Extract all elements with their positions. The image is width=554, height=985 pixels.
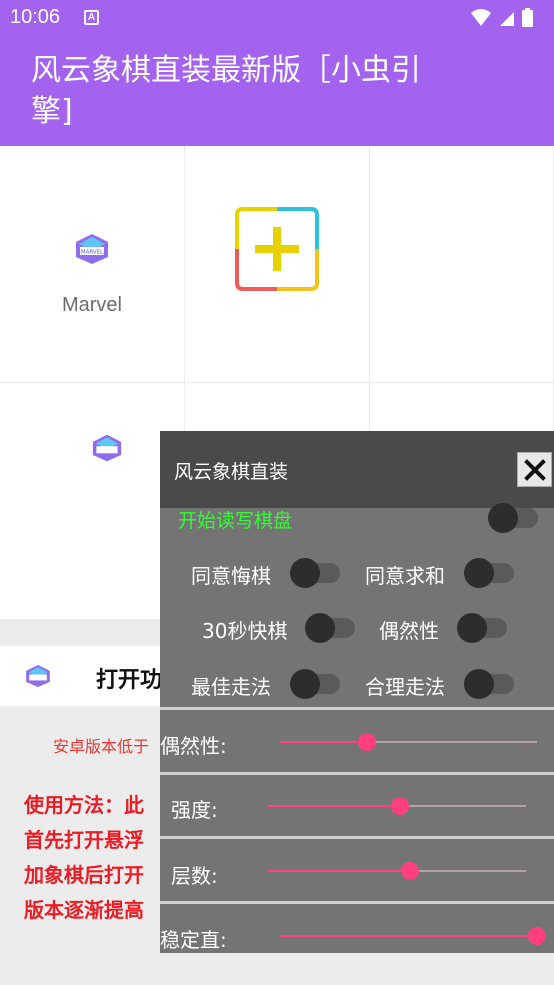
page-title: 风云象棋直装最新版［小虫引擎] xyxy=(31,53,421,129)
status-bar: 10:06 A xyxy=(0,0,554,36)
grid-cell-marvel-2[interactable] xyxy=(0,383,185,620)
toggle-label-reasonable-move: 合理走法 xyxy=(365,675,445,699)
toggle-label-randomness: 偶然性 xyxy=(379,619,439,643)
wifi-icon xyxy=(471,9,491,26)
close-button[interactable] xyxy=(517,452,552,487)
open-function-label: 打开功 xyxy=(96,668,163,693)
allow-undo-toggle[interactable] xyxy=(290,558,340,588)
marvel-icon xyxy=(92,434,122,462)
slider-label-randomness: 偶然性: xyxy=(160,734,227,758)
depth-slider[interactable] xyxy=(268,862,526,880)
grid-cell-add[interactable] xyxy=(185,146,370,383)
start-rw-board-label: 开始读写棋盘 xyxy=(178,510,293,532)
panel-title: 风云象棋直装 xyxy=(174,461,289,483)
toggle-label-allow-undo: 同意悔棋 xyxy=(191,564,271,588)
toggle-label-allow-draw: 同意求和 xyxy=(365,564,445,588)
divider xyxy=(160,707,554,710)
start-rw-board-toggle[interactable] xyxy=(488,503,538,533)
randomness-toggle[interactable] xyxy=(457,613,507,643)
divider xyxy=(160,901,554,904)
slider-label-stability: 稳定直: xyxy=(160,928,227,952)
status-time: 10:06 xyxy=(10,6,61,28)
slider-label-strength: 强度: xyxy=(171,798,218,822)
toggle-label-30s-blitz: 30秒快棋 xyxy=(202,619,288,643)
stability-slider[interactable] xyxy=(279,927,546,945)
marvel-icon: MARVEL xyxy=(76,234,108,264)
app-label-marvel: Marvel xyxy=(61,294,122,316)
blitz-30s-toggle[interactable] xyxy=(305,613,355,643)
divider xyxy=(160,772,554,775)
grid-cell-empty xyxy=(370,146,554,383)
usage-line: 使用方法：此 xyxy=(24,793,144,817)
close-icon xyxy=(523,458,546,481)
divider xyxy=(160,836,554,839)
randomness-slider[interactable] xyxy=(279,733,537,751)
notification-icon: A xyxy=(84,10,99,25)
version-warning: 安卓版本低于 xyxy=(53,737,150,756)
allow-draw-toggle[interactable] xyxy=(464,558,514,588)
svg-text:MARVEL: MARVEL xyxy=(81,250,104,256)
usage-line: 加象棋后打开 xyxy=(24,863,144,887)
marvel-icon xyxy=(26,664,50,688)
usage-text: 使用方法：此 首先打开悬浮 加象棋后打开 版本逐渐提高 xyxy=(24,788,164,928)
slider-label-depth: 层数: xyxy=(171,864,218,888)
strength-slider[interactable] xyxy=(268,797,526,815)
status-icons xyxy=(471,8,533,27)
add-icon xyxy=(235,207,319,291)
usage-line: 版本逐渐提高 xyxy=(24,898,144,922)
app-bar: 风云象棋直装最新版［小虫引擎] xyxy=(0,36,554,146)
usage-line: 首先打开悬浮 xyxy=(24,828,144,852)
signal-icon xyxy=(500,12,514,26)
battery-icon xyxy=(522,10,533,27)
best-move-toggle[interactable] xyxy=(290,669,340,699)
reasonable-move-toggle[interactable] xyxy=(464,669,514,699)
grid-cell-marvel[interactable]: MARVEL Marvel xyxy=(0,146,185,383)
floating-panel: 风云象棋直装 开始读写棋盘 同意悔棋 同意求和 30秒快棋 偶然性 最佳走法 合… xyxy=(160,431,554,953)
panel-header[interactable]: 风云象棋直装 xyxy=(160,431,554,508)
toggle-label-best-move: 最佳走法 xyxy=(191,675,271,699)
